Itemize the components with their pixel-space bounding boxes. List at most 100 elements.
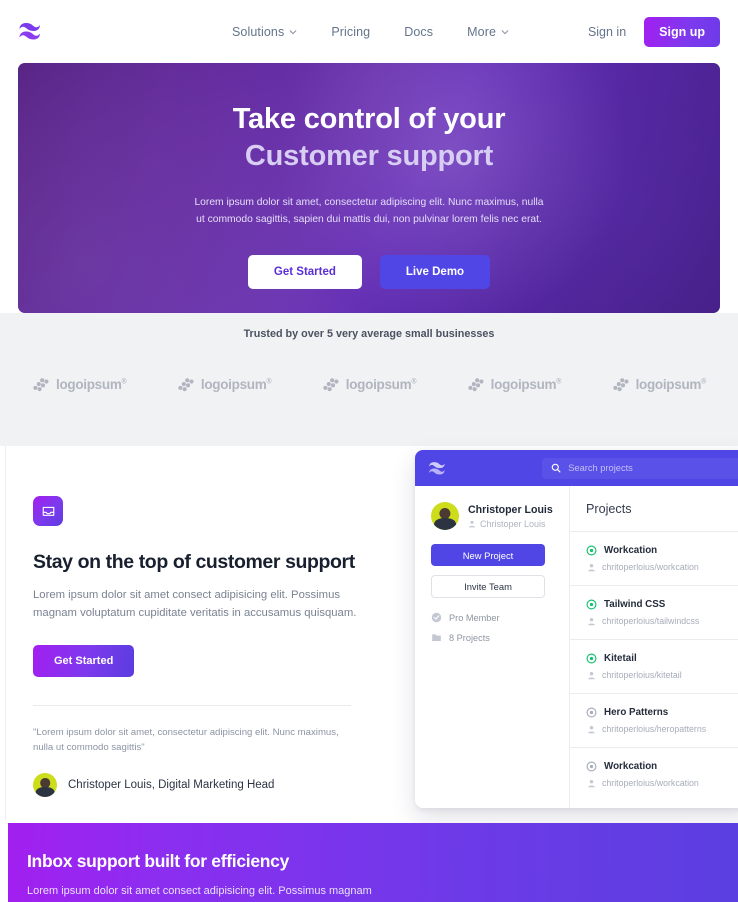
brand-logo[interactable] [18, 17, 64, 47]
sign-in-link[interactable]: Sign in [588, 25, 626, 39]
chevron-down-icon [290, 29, 297, 34]
project-path-label: chritoperloius/heropatterns [602, 724, 707, 734]
app-sidebar: Christoper Louis Christoper Louis New Pr… [415, 486, 570, 808]
nav-item-solutions[interactable]: Solutions [232, 25, 297, 39]
user-icon [588, 671, 595, 679]
hero-actions: Get Started Live Demo [18, 255, 720, 290]
folder-icon [432, 634, 441, 642]
logo-item: logoipsum® [612, 376, 706, 393]
feature-copy-column: Stay on the top of customer support Lore… [33, 496, 373, 798]
sign-up-button[interactable]: Sign up [644, 16, 720, 47]
testimonial-quote: "Lorem ipsum dolor sit amet, consectetur… [33, 726, 339, 753]
project-list-item[interactable]: Workcation chritoperloius/workcation [570, 532, 738, 586]
project-path-row: chritoperloius/heropatterns [586, 724, 738, 734]
nav-item-solutions-label: Solutions [232, 24, 285, 39]
user-profile-row[interactable]: Christoper Louis Christoper Louis [431, 502, 556, 530]
social-proof-band: Trusted by over 5 very average small bus… [0, 313, 738, 446]
avatar [33, 773, 57, 798]
inbox-icon [42, 506, 54, 516]
user-identity: Christoper Louis Christoper Louis [468, 504, 553, 529]
meta-item-label: 8 Projects [449, 632, 490, 643]
search-input[interactable]: Search projects [542, 457, 738, 479]
feature-icon-badge [33, 496, 63, 526]
user-name-label: Christoper Louis [468, 503, 553, 516]
search-icon [551, 463, 561, 473]
nav-item-pricing[interactable]: Pricing [331, 25, 370, 39]
search-placeholder-label: Search projects [568, 463, 633, 473]
meta-item-pro-member: Pro Member [431, 612, 556, 623]
feature-lead-text: Lorem ipsum dolor sit amet consect adipi… [33, 589, 357, 620]
user-icon [588, 563, 595, 571]
hero-title-line-2: Customer support [244, 140, 494, 173]
app-body: Christoper Louis Christoper Louis New Pr… [415, 486, 738, 808]
project-list-item[interactable]: Tailwind CSS chritoperloius/tailwindcss [570, 586, 738, 640]
project-name-label: Kitetail [604, 653, 637, 664]
hero-live-demo-button[interactable]: Live Demo [379, 255, 491, 290]
target-icon [586, 599, 597, 610]
logoipsum-mark-icon [33, 378, 49, 392]
hero-content: Take control of your Customer support Lo… [18, 63, 720, 290]
hero-paragraph: Lorem ipsum dolor sit amet, consectetur … [194, 197, 544, 226]
feature-heading: Stay on the top of customer support [33, 551, 355, 573]
logoipsum-mark-icon [323, 378, 339, 392]
user-icon [588, 779, 595, 787]
logoipsum-mark-icon [468, 378, 484, 392]
projects-heading: Projects [570, 486, 738, 532]
avatar-body [434, 518, 456, 530]
project-path-label: chritoperloius/workcation [602, 562, 699, 572]
new-project-button[interactable]: New Project [431, 544, 545, 566]
logo-item: logoipsum® [467, 376, 561, 393]
project-path-row: chritoperloius/kitetail [586, 670, 738, 680]
bottom-cta-band: Inbox support built for efficiency Lorem… [8, 823, 738, 902]
logo-item-label: logoipsum® [345, 377, 417, 392]
project-name-label: Workcation [604, 761, 658, 772]
user-icon [588, 617, 595, 625]
meta-item-project-count: 8 Projects [431, 632, 556, 643]
nav-item-docs-label: Docs [404, 24, 434, 39]
primary-nav-links: Solutions Pricing Docs More [232, 25, 509, 39]
project-path-label: chritoperloius/kitetail [602, 670, 682, 680]
user-handle-row: Christoper Louis [468, 519, 553, 529]
meta-item-label: Pro Member [449, 612, 500, 623]
project-list-item[interactable]: Hero Patterns chritoperloius/heropattern… [570, 694, 738, 748]
nav-item-docs[interactable]: Docs [404, 25, 433, 39]
logoipsum-mark-icon [612, 378, 629, 392]
app-preview-card: Search projects Christoper Louis Christo… [415, 450, 738, 808]
project-list-item[interactable]: Workcation chritoperloius/workcation [570, 748, 738, 801]
project-name-label: Tailwind CSS [604, 599, 666, 610]
project-title-row: Workcation [586, 545, 738, 556]
logo-strip: logoipsum® logoipsum® logoipsum® logoips… [0, 340, 738, 393]
project-path-row: chritoperloius/workcation [586, 778, 738, 788]
avatar-body [35, 787, 55, 798]
nav-item-more[interactable]: More [467, 25, 509, 39]
invite-team-button[interactable]: Invite Team [431, 575, 545, 598]
logo-item-label: logoipsum® [635, 377, 707, 392]
section-divider [33, 704, 351, 706]
bottom-heading: Inbox support built for efficiency [27, 851, 290, 871]
project-path-row: chritoperloius/tailwindcss [586, 616, 738, 626]
chevron-down-icon [501, 29, 509, 34]
user-handle-label: Christoper Louis [480, 518, 546, 529]
top-navigation-bar: Solutions Pricing Docs More Sign in Sign… [0, 0, 738, 63]
target-icon [586, 545, 597, 556]
project-title-row: Workcation [586, 761, 738, 772]
project-list-item[interactable]: Kitetail chritoperloius/kitetail [570, 640, 738, 694]
wave-logo-icon [19, 23, 40, 40]
project-path-label: chritoperloius/workcation [602, 778, 699, 788]
project-title-row: Kitetail [586, 653, 738, 664]
hero-title: Take control of your Customer support [18, 101, 720, 175]
project-name-label: Workcation [604, 545, 658, 556]
logo-item-label: logoipsum® [200, 377, 272, 392]
landing-page: Solutions Pricing Docs More Sign in Sign… [0, 0, 738, 902]
feature-get-started-button[interactable]: Get Started [33, 644, 135, 677]
logo-item-label: logoipsum® [56, 377, 127, 392]
logo-item: logoipsum® [322, 376, 416, 393]
testimonial-attribution: Christoper Louis, Digital Marketing Head [33, 773, 373, 798]
bottom-paragraph: Lorem ipsum dolor sit amet consect adipi… [27, 885, 372, 897]
testimonial-author-label: Christoper Louis, Digital Marketing Head [68, 779, 275, 792]
hero-get-started-button[interactable]: Get Started [247, 255, 362, 290]
project-path-label: chritoperloius/tailwindcss [602, 616, 700, 626]
user-icon [588, 725, 595, 733]
avatar [431, 502, 459, 530]
avatar-head [439, 507, 451, 519]
